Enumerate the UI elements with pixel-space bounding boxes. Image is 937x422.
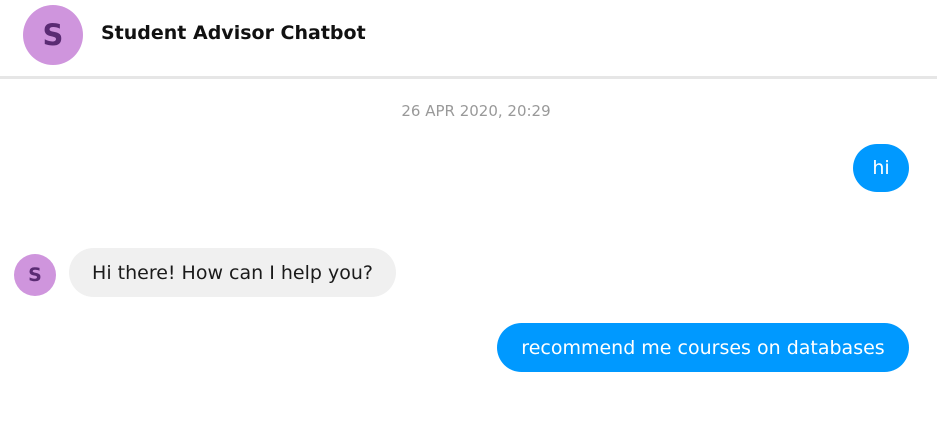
user-message: hi [853,144,909,192]
chat-header: S Student Advisor Chatbot [0,0,937,79]
bot-message-avatar: S [14,254,56,296]
bot-message: Hi there! How can I help you? [69,248,396,297]
user-message: recommend me courses on databases [497,323,909,372]
chat-title: Student Advisor Chatbot [101,22,366,44]
conversation-timestamp: 26 APR 2020, 20:29 [401,102,551,120]
chatbot-avatar[interactable]: S [23,5,83,65]
